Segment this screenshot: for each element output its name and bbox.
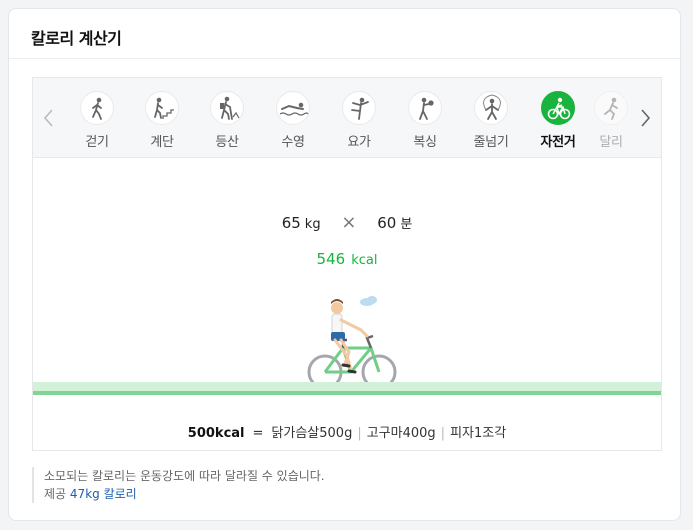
- title-divider: [9, 58, 680, 59]
- hiking-icon: [210, 91, 244, 125]
- swimming-icon: [276, 91, 310, 125]
- bicycle-icon: [307, 334, 397, 390]
- tab-bicycle[interactable]: 자전거: [528, 91, 588, 150]
- weight-unit: kg: [304, 217, 321, 232]
- tab-yoga[interactable]: 요가: [329, 91, 389, 150]
- walking-icon: [80, 91, 114, 125]
- tab-jump-rope[interactable]: 줄넘기: [461, 91, 521, 150]
- divider: |: [357, 426, 362, 441]
- tab-label: 자전거: [540, 135, 576, 150]
- tab-label: 줄넘기: [473, 135, 509, 150]
- tab-label: 걷기: [85, 135, 109, 150]
- cyclist-illustration: [307, 296, 397, 390]
- card-title: 칼로리 계산기: [31, 29, 122, 48]
- note-text: 소모되는 칼로리는 운동강도에 따라 달라질 수 있습니다.: [44, 469, 325, 483]
- divider: |: [440, 426, 446, 441]
- ground-grass: [33, 382, 661, 391]
- tab-stairs[interactable]: 계단: [132, 91, 192, 150]
- result-value: 546: [316, 250, 346, 268]
- boxing-icon: [408, 91, 442, 125]
- equals-sign: =: [252, 426, 264, 441]
- calculator-panel: 걷기 계단 등산 수영 요가 복싱 줄넘기 자전거 달리 65 kg × 60 …: [32, 77, 662, 451]
- tab-label: 수영: [281, 135, 305, 150]
- tab-label: 등산: [215, 135, 239, 150]
- tab-label: 복싱: [413, 135, 437, 150]
- tab-walking[interactable]: 걷기: [67, 91, 127, 150]
- food-item: 닭가슴살500g: [271, 426, 353, 441]
- times-symbol: ×: [341, 212, 357, 233]
- tab-label: 요가: [347, 135, 371, 150]
- tab-swimming[interactable]: 수영: [263, 91, 323, 150]
- food-item: 피자1조각: [450, 426, 507, 441]
- chevron-left-icon: [43, 109, 53, 127]
- running-icon: [594, 91, 628, 125]
- food-kcal-label: 500kcal: [187, 426, 245, 441]
- ground-line: [33, 391, 661, 395]
- chevron-right-icon: [641, 109, 651, 127]
- info-note: 소모되는 칼로리는 운동강도에 따라 달라질 수 있습니다. 제공 47kg 칼…: [32, 467, 325, 503]
- food-item: 고구마400g: [366, 426, 436, 441]
- tab-running[interactable]: 달리: [591, 91, 631, 149]
- calorie-result: 546 kcal: [33, 250, 661, 268]
- next-arrow-button[interactable]: [635, 106, 655, 130]
- tab-boxing[interactable]: 복싱: [395, 91, 455, 150]
- yoga-icon: [342, 91, 376, 125]
- result-unit: kcal: [351, 253, 378, 268]
- food-equivalents: 500kcal = 닭가슴살500g | 고구마400g | 피자1조각: [33, 422, 661, 441]
- tab-label: 달리: [599, 135, 623, 149]
- jump-rope-icon: [474, 91, 508, 125]
- calculator-inputs: 65 kg × 60 분: [33, 212, 661, 233]
- duration-value[interactable]: 60: [377, 214, 396, 232]
- provider-link[interactable]: 47kg 칼로리: [70, 487, 137, 501]
- tab-label: 계단: [150, 135, 174, 150]
- tab-hiking[interactable]: 등산: [197, 91, 257, 150]
- duration-unit: 분: [400, 217, 413, 232]
- bicycle-icon: [541, 91, 575, 125]
- weight-value[interactable]: 65: [282, 214, 301, 232]
- exercise-tabs: 걷기 계단 등산 수영 요가 복싱 줄넘기 자전거 달리: [33, 78, 661, 158]
- cloud-icon: [360, 296, 377, 306]
- provider-label: 제공: [44, 487, 67, 501]
- prev-arrow-button[interactable]: [39, 106, 59, 130]
- calorie-calculator-card: 칼로리 계산기 걷기 계단 등산 수영 요가 복싱 줄넘기 자전거 달리 65 …: [8, 8, 681, 521]
- stairs-icon: [145, 91, 179, 125]
